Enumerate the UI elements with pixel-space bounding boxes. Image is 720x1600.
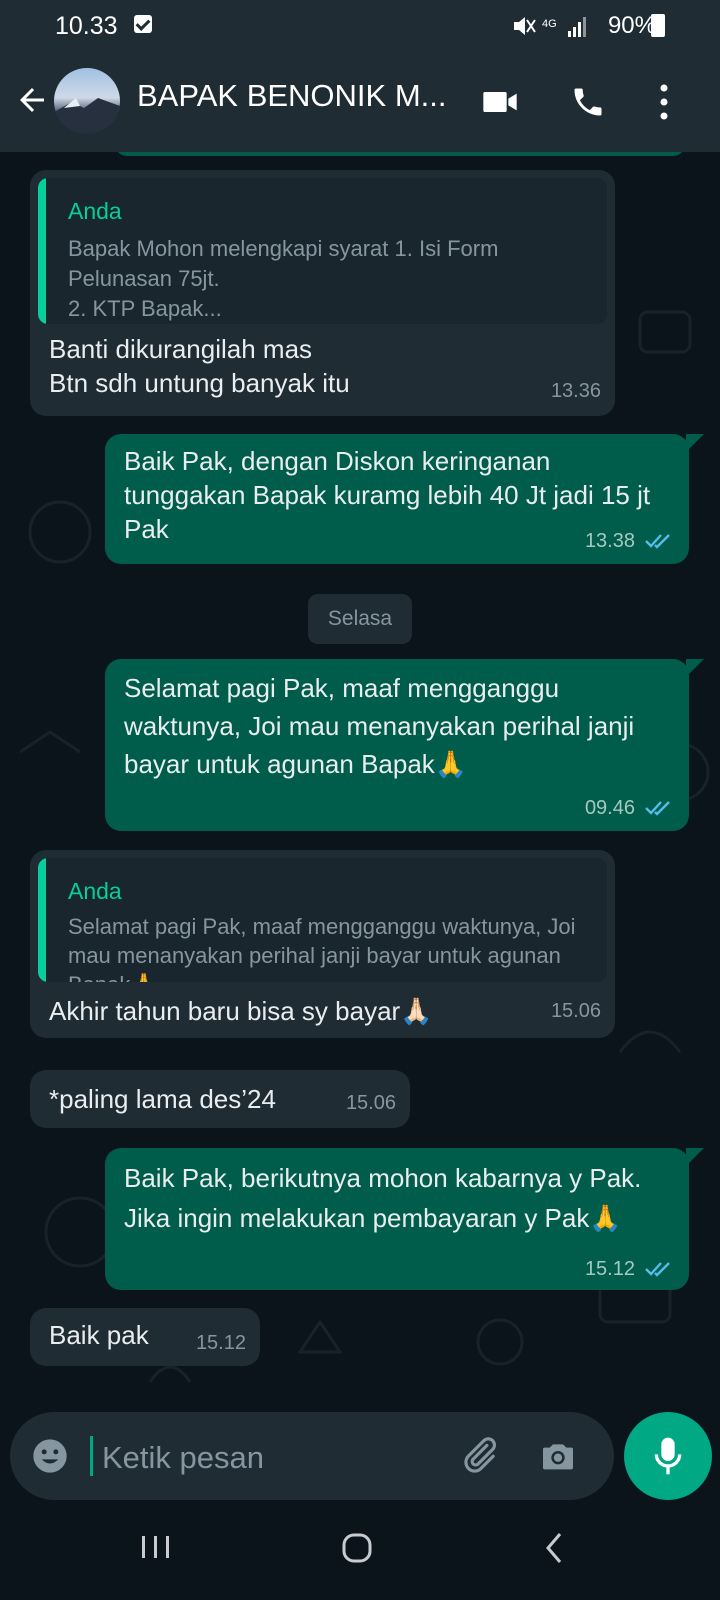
- message-time: 15.12: [584, 1258, 635, 1280]
- previous-message-edge: [115, 152, 685, 156]
- message-bubble-incoming[interactable]: Anda Selamat pagi Pak, maaf mengganggu w…: [30, 850, 615, 1038]
- message-bubble-outgoing[interactable]: Selamat pagi Pak, maaf mengganggu waktun…: [105, 659, 689, 831]
- status-time: 10.33: [55, 12, 118, 40]
- message-time: 15.06: [345, 1092, 396, 1114]
- bubble-tail: [686, 659, 704, 677]
- quote-author: Anda: [68, 198, 122, 224]
- nav-recents-icon[interactable]: [138, 1532, 174, 1562]
- signal-icon: [568, 17, 586, 37]
- bubble-tail: [686, 1148, 704, 1166]
- status-icons: 4G: [514, 17, 586, 37]
- nav-back-icon[interactable]: [540, 1530, 570, 1566]
- battery-percent: 90%: [607, 12, 656, 39]
- notification-check-icon: [134, 15, 152, 33]
- double-check-icon: [645, 801, 670, 816]
- message-text: Baik Pak, berikutnya mohon kabarnya y Pa…: [124, 1163, 642, 1233]
- back-arrow-icon[interactable]: [14, 82, 50, 118]
- message-text: Selamat pagi Pak, maaf mengganggu waktun…: [124, 673, 635, 779]
- message-text: *paling lama des’24: [49, 1084, 276, 1114]
- nav-home-icon[interactable]: [340, 1530, 376, 1566]
- message-input[interactable]: Ketik pesan: [102, 1440, 264, 1476]
- mic-button[interactable]: [624, 1412, 712, 1500]
- message-text: Banti dikurangilah mas Btn sdh untung ba…: [49, 334, 350, 398]
- camera-icon[interactable]: [538, 1436, 578, 1476]
- video-call-icon[interactable]: [480, 82, 520, 122]
- status-bar: 10.33 4G 90%: [0, 0, 720, 52]
- double-check-icon: [645, 1262, 670, 1277]
- message-time: 09.46: [584, 797, 635, 819]
- quote-text: Bapak Mohon melengkapi syarat 1. Isi For…: [68, 236, 499, 321]
- network-type: 4G: [542, 18, 557, 30]
- bubble-tail: [686, 434, 704, 452]
- message-bubble-outgoing[interactable]: Baik Pak, berikutnya mohon kabarnya y Pa…: [105, 1148, 689, 1290]
- message-bubble-incoming[interactable]: *paling lama des’24 15.06: [30, 1070, 410, 1128]
- double-check-icon: [645, 534, 670, 549]
- more-vert-icon[interactable]: [652, 82, 676, 122]
- phone-icon[interactable]: [570, 84, 606, 120]
- message-time: 13.38: [584, 530, 635, 552]
- message-bubble-incoming[interactable]: Baik pak 15.12: [30, 1308, 260, 1366]
- message-input-bar: Ketik pesan: [10, 1412, 614, 1500]
- message-time: 15.12: [195, 1332, 246, 1354]
- message-time: 13.36: [550, 380, 601, 402]
- message-time: 15.06: [550, 1000, 601, 1022]
- quote-author: Anda: [68, 878, 122, 904]
- quoted-message[interactable]: Anda Bapak Mohon melengkapi syarat 1. Is…: [38, 178, 607, 324]
- quoted-message[interactable]: Anda Selamat pagi Pak, maaf mengganggu w…: [38, 858, 607, 982]
- message-bubble-outgoing[interactable]: Baik Pak, dengan Diskon keringanan tungg…: [105, 434, 689, 564]
- chat-area[interactable]: Anda Bapak Mohon melengkapi syarat 1. Is…: [0, 152, 720, 1407]
- date-separator: Selasa: [308, 594, 412, 644]
- system-nav-bar: [0, 1510, 720, 1600]
- message-text: Akhir tahun baru bisa sy bayar🙏🏻: [49, 996, 433, 1026]
- quote-text: Selamat pagi Pak, maaf mengganggu waktun…: [68, 914, 576, 982]
- message-bubble-incoming[interactable]: Anda Bapak Mohon melengkapi syarat 1. Is…: [30, 170, 615, 416]
- quote-bar: [38, 858, 46, 982]
- mute-icon: [514, 17, 536, 35]
- battery-icon: [651, 14, 665, 37]
- message-text: Baik pak: [49, 1320, 149, 1350]
- emoji-icon[interactable]: [30, 1436, 70, 1476]
- chat-header: BAPAK BENONIK M...: [0, 52, 720, 152]
- contact-name[interactable]: BAPAK BENONIK M...: [137, 78, 453, 114]
- avatar[interactable]: [54, 68, 120, 134]
- quote-bar: [38, 178, 46, 324]
- mic-icon: [654, 1437, 682, 1475]
- attach-icon[interactable]: [458, 1434, 500, 1476]
- text-cursor: [90, 1436, 93, 1476]
